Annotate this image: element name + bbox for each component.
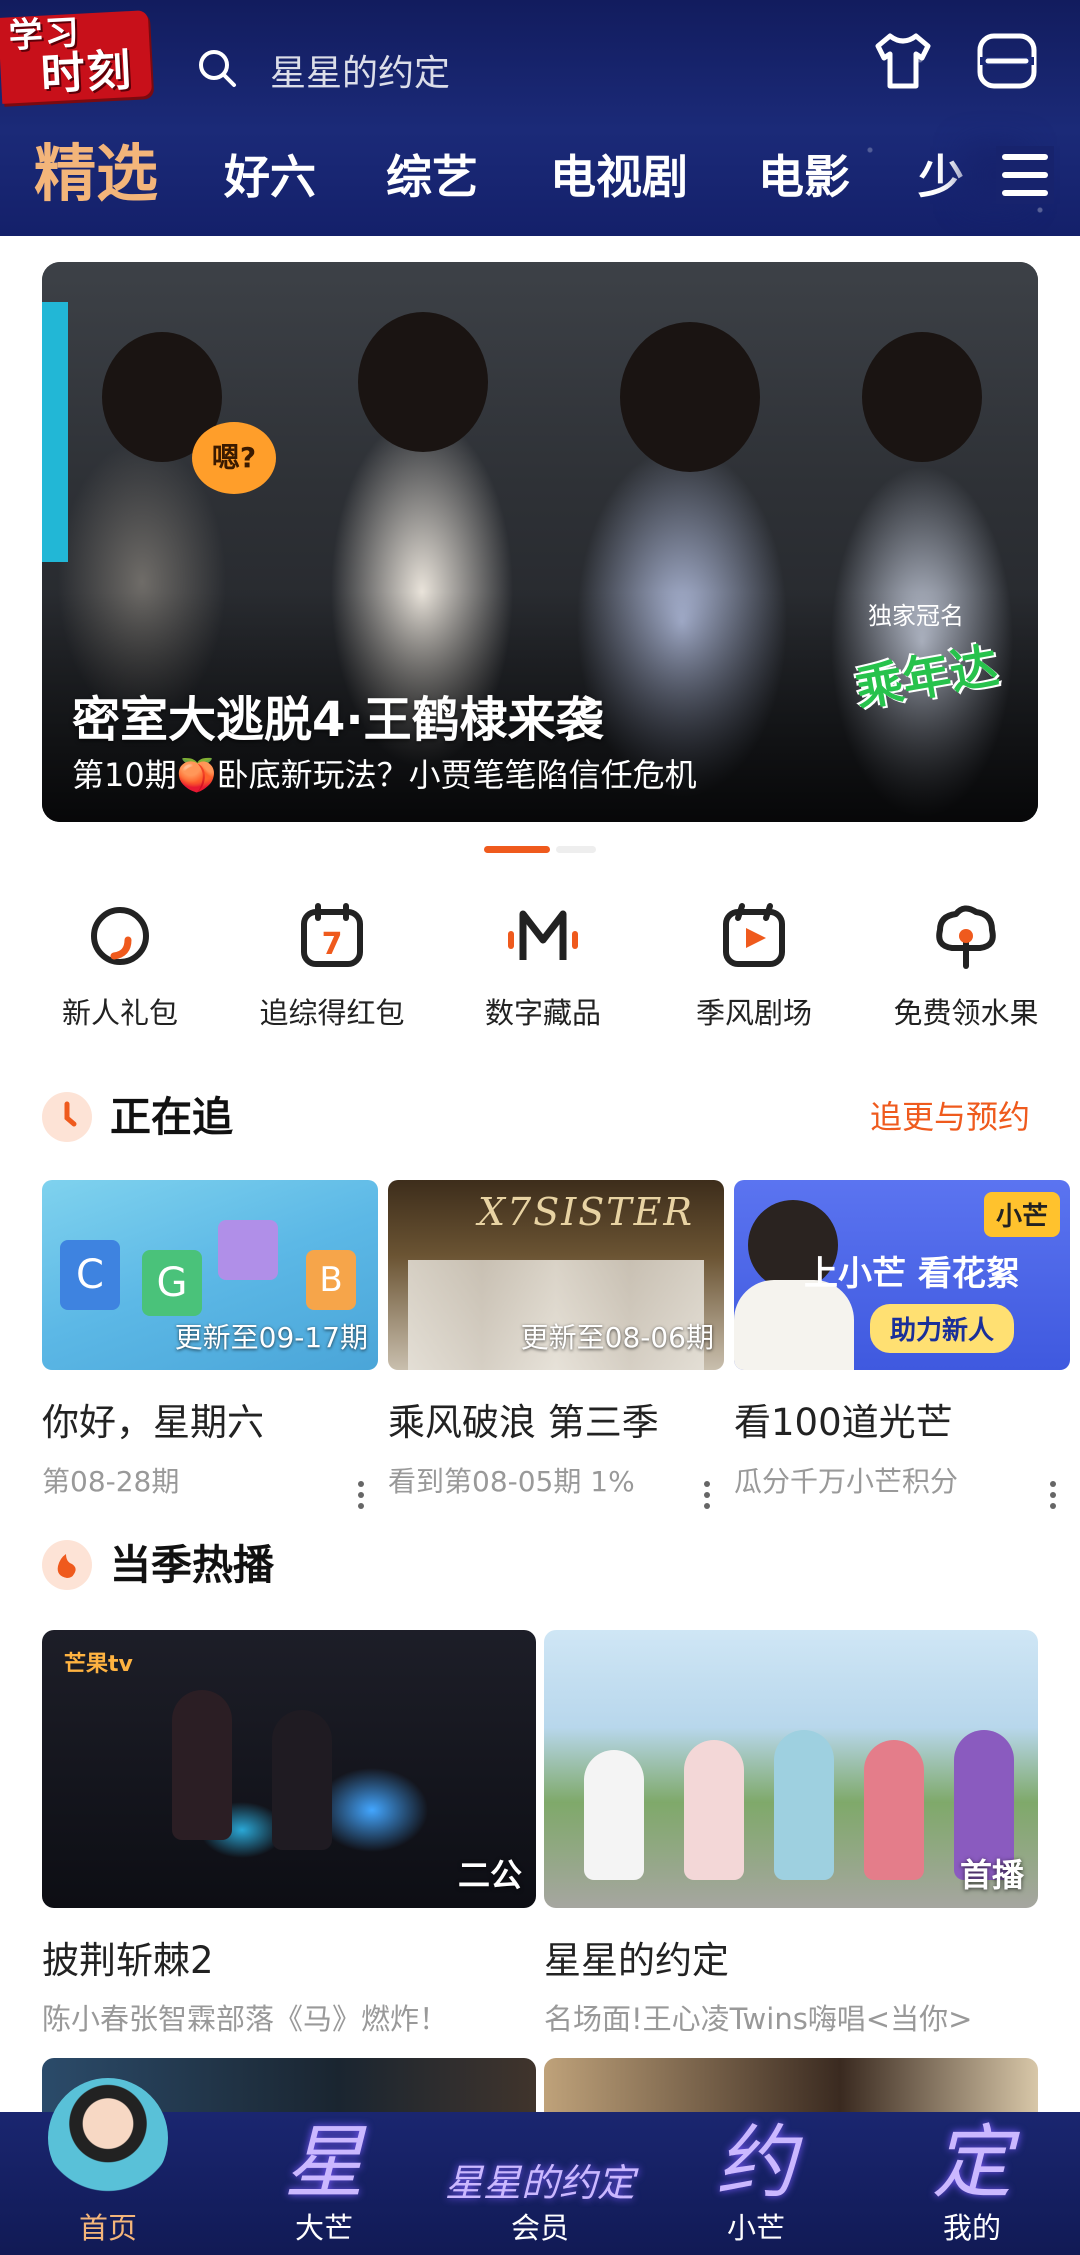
banner-subtitle: 第10期🍑卧底新玩法？小贾笔笔陷信任危机 [72,756,697,794]
show-thumbnail: C G B 更新至09-17期 [42,1180,378,1370]
scan-icon[interactable] [974,28,1040,94]
logo-line-2: 时刻 [39,45,135,101]
more-options-icon[interactable] [702,1476,712,1516]
hot-show-card[interactable]: 首播 星星的约定 名场面!王心凌Twins嗨唱<当你> [544,1630,1038,2038]
search-bar[interactable]: 星星的约定 [196,30,836,110]
sponsor-label: 独家冠名 [868,602,964,630]
carousel-dot-active [484,846,550,853]
study-moment-logo[interactable]: 学习 时刻 [0,10,153,104]
following-more-link[interactable]: 追更与预约 [870,1088,1030,1146]
bottom-navigation: 首页 星 大芒 星星的约定 会员 约 小芒 定 我的 [0,2078,1080,2255]
episode-update: 更新至09-17期 [174,1321,368,1354]
quick-label: 数字藏品 [484,996,601,1030]
search-icon [196,47,238,93]
carousel-indicator [484,846,596,854]
search-placeholder: 星星的约定 [270,53,451,94]
star-art: 星 [284,2116,364,2209]
ding-art: 定 [932,2116,1012,2209]
calendar-7-icon: 7 [232,900,432,972]
quick-digital-collectibles[interactable]: 数字藏品 [443,900,643,1032]
tab-tv-series[interactable]: 电视剧 [550,134,688,220]
quick-free-fruit[interactable]: 免费领水果 [866,900,1066,1032]
yue-art: 约 [716,2116,796,2209]
top-header: 学习 时刻 星星的约定 精选 好六 综艺 电视剧 电影 少 [0,0,1080,236]
quick-label: 新人礼包 [61,996,178,1030]
show-thumbnail: 小芒 上小芒 看花絮 助力新人 [734,1180,1070,1370]
premiere-tag: 首播 [959,1856,1024,1894]
nav-vip[interactable]: 星星的约定 会员 [432,2112,648,2255]
show-thumbnail: 首播 [544,1630,1038,1908]
thumb-title: 上小芒 看花絮 [804,1254,1020,1294]
show-description: 陈小春张智霖部落《马》燃炸！ [42,2002,449,2036]
hot-show-card[interactable]: 芒果tv 二公 披荆斩棘2 陈小春张智霖部落《马》燃炸！ [42,1630,536,2038]
show-description: 名场面!王心凌Twins嗨唱<当你> [544,2002,973,2036]
tab-kids[interactable]: 少 [918,134,964,220]
following-title: 正在追 [110,1093,233,1141]
home-avatar-icon [48,2078,168,2198]
thumb-pill: 助力新人 [870,1304,1015,1353]
nav-xiaomang[interactable]: 约 小芒 [648,2112,864,2255]
hero-banner[interactable]: 嗯? 独家冠名 乘年达 密室大逃脱4·王鹤棣来袭 第10期🍑卧底新玩法？小贾笔笔… [42,262,1038,822]
show-thumbnail: 芒果tv 二公 [42,1630,536,1908]
quick-actions: 新人礼包 7 追综得红包 数字藏品 季风剧场 免费领水果 [0,900,1080,1040]
gift-ring-icon [20,900,220,972]
play-calendar-icon [654,900,854,972]
show-name: 你好，星期六 [42,1401,264,1444]
show-name: 披荆斩棘2 [42,1939,214,1982]
quick-label: 免费领水果 [893,996,1039,1030]
quick-label: 季风剧场 [695,996,812,1030]
tab-haoliu[interactable]: 好六 [224,134,316,220]
quick-newcomer-gift[interactable]: 新人礼包 [20,900,220,1032]
thumb-logo-text: X7SISTER [478,1190,695,1234]
quick-label: 追综得红包 [259,996,405,1030]
clock-icon [42,1092,92,1142]
banner-title: 密室大逃脱4·王鹤棣来袭 [72,692,604,748]
tshirt-icon[interactable] [870,28,936,94]
tab-variety[interactable]: 综艺 [386,134,478,220]
tab-movies[interactable]: 电影 [758,134,850,220]
nav-damang[interactable]: 星 大芒 [216,2112,432,2255]
quick-follow-red-packet[interactable]: 7 追综得红包 [232,900,432,1032]
nav-label: 我的 [942,2211,1001,2245]
following-card[interactable]: X7SISTER 更新至08-06期 乘风破浪 第三季 看到第08-05期 1% [388,1180,724,1509]
nav-label: 首页 [78,2211,137,2245]
mango-tv-watermark: 芒果tv [64,1652,133,1677]
following-card[interactable]: 小芒 上小芒 看花絮 助力新人 看100道光芒 瓜分千万小芒积分 [734,1180,1070,1509]
speech-bubble: 嗯? [192,422,276,494]
flame-icon [42,1540,92,1590]
fruit-tree-icon [866,900,1066,972]
round-tag: 二公 [457,1856,522,1894]
show-name: 乘风破浪 第三季 [388,1401,659,1444]
nav-label: 会员 [510,2211,569,2245]
show-name: 看100道光芒 [734,1401,953,1444]
quick-monsoon-theater[interactable]: 季风剧场 [654,900,854,1032]
more-options-icon[interactable] [356,1476,366,1516]
nav-label: 大芒 [294,2211,353,2245]
menu-icon[interactable] [996,146,1054,204]
episode-update: 更新至08-06期 [520,1321,714,1354]
show-progress: 瓜分千万小芒积分 [734,1465,959,1498]
hot-section-header: 当季热播 [42,1536,1042,1596]
show-progress: 看到第08-05期 1% [388,1465,635,1498]
m-logo-icon [443,900,643,972]
nav-label: 小芒 [726,2211,785,2245]
nav-home[interactable]: 首页 [0,2078,216,2255]
app-root: 学习 时刻 星星的约定 精选 好六 综艺 电视剧 电影 少 嗯? 独家冠名 乘年… [0,0,1080,2255]
following-card[interactable]: C G B 更新至09-17期 你好，星期六 第08-28期 [42,1180,378,1509]
tab-featured[interactable]: 精选 [34,130,158,218]
svg-text:7: 7 [322,927,343,962]
following-section-header: 正在追 追更与预约 [42,1088,1042,1148]
category-tabs: 精选 好六 综艺 电视剧 电影 少 [0,130,1080,226]
hot-title: 当季热播 [110,1541,274,1589]
xiaomang-badge: 小芒 [983,1192,1060,1237]
show-progress: 第08-28期 [42,1465,180,1498]
show-thumbnail: X7SISTER 更新至08-06期 [388,1180,724,1370]
more-options-icon[interactable] [1048,1476,1058,1516]
show-name: 星星的约定 [544,1939,729,1982]
nav-mine[interactable]: 定 我的 [864,2112,1080,2255]
carousel-dot [556,846,596,853]
